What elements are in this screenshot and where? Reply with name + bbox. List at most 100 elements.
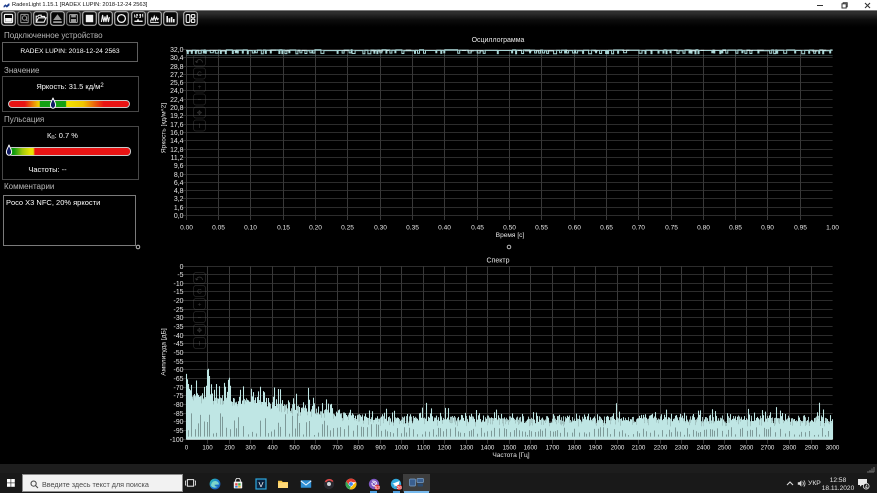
svg-text:900: 900 xyxy=(375,445,386,452)
svg-text:2800: 2800 xyxy=(783,445,797,452)
svg-text:0.90: 0.90 xyxy=(761,225,774,232)
svg-text:0,0: 0,0 xyxy=(174,213,184,220)
svg-text:8,0: 8,0 xyxy=(174,172,184,179)
svg-text:3000: 3000 xyxy=(826,445,840,452)
svg-text:0.40: 0.40 xyxy=(438,225,451,232)
svg-text:2900: 2900 xyxy=(805,445,819,452)
svg-text:600: 600 xyxy=(310,445,321,452)
svg-text:V: V xyxy=(258,480,263,489)
svg-text:-85: -85 xyxy=(174,411,184,418)
svg-text:-35: -35 xyxy=(174,324,184,331)
svg-text:1800: 1800 xyxy=(568,445,582,452)
svg-text:+: + xyxy=(198,301,202,308)
svg-text:C: C xyxy=(197,288,202,295)
svg-text:-60: -60 xyxy=(174,367,184,374)
svg-text:53: 53 xyxy=(374,485,379,490)
svg-text:0.00: 0.00 xyxy=(180,225,193,232)
svg-text:14,4: 14,4 xyxy=(170,138,184,145)
svg-text:0.10: 0.10 xyxy=(244,225,257,232)
svg-text:32,0: 32,0 xyxy=(170,47,184,54)
svg-text:Спектр: Спектр xyxy=(487,258,510,265)
svg-text:-10: -10 xyxy=(174,281,184,288)
svg-text:C: C xyxy=(197,71,202,78)
svg-text:2100: 2100 xyxy=(632,445,646,452)
svg-text:-40: -40 xyxy=(174,333,184,340)
svg-text:6,4: 6,4 xyxy=(174,180,184,187)
svg-text:30,4: 30,4 xyxy=(170,55,184,62)
svg-text:-100: -100 xyxy=(170,437,184,444)
svg-text:12,8: 12,8 xyxy=(170,147,184,154)
svg-text:0.55: 0.55 xyxy=(535,225,548,232)
svg-text:2700: 2700 xyxy=(761,445,775,452)
svg-text:Время [с]: Время [с] xyxy=(496,232,525,239)
svg-text:2600: 2600 xyxy=(740,445,754,452)
svg-text:1400: 1400 xyxy=(481,445,495,452)
svg-text:0.85: 0.85 xyxy=(729,225,742,232)
svg-text:300: 300 xyxy=(245,445,256,452)
svg-text:1,6: 1,6 xyxy=(174,205,184,212)
svg-text:0.25: 0.25 xyxy=(341,225,354,232)
svg-text:27,2: 27,2 xyxy=(170,72,184,79)
svg-text:0.65: 0.65 xyxy=(600,225,613,232)
svg-text:9,6: 9,6 xyxy=(174,163,184,170)
svg-text:500: 500 xyxy=(289,445,300,452)
svg-text:-90: -90 xyxy=(174,419,184,426)
svg-text:0: 0 xyxy=(180,264,184,271)
svg-text:1.00: 1.00 xyxy=(826,225,839,232)
svg-text:I: I xyxy=(199,123,201,130)
svg-text:28,8: 28,8 xyxy=(170,64,184,71)
svg-text:25,6: 25,6 xyxy=(170,80,184,87)
svg-text:-80: -80 xyxy=(174,402,184,409)
svg-text:0.15: 0.15 xyxy=(277,225,290,232)
svg-text:2200: 2200 xyxy=(654,445,668,452)
svg-text:-55: -55 xyxy=(174,359,184,366)
svg-text:-65: -65 xyxy=(174,376,184,383)
svg-text:-20: -20 xyxy=(174,298,184,305)
svg-text:17,6: 17,6 xyxy=(170,122,184,129)
svg-text:400: 400 xyxy=(267,445,278,452)
svg-text:26: 26 xyxy=(397,485,402,490)
svg-text:11,2: 11,2 xyxy=(171,155,184,162)
svg-text:+: + xyxy=(198,84,202,91)
svg-text:✥: ✥ xyxy=(197,109,203,117)
svg-text:1500: 1500 xyxy=(503,445,517,452)
svg-text:0.80: 0.80 xyxy=(697,225,710,232)
svg-text:-70: -70 xyxy=(174,385,184,392)
svg-text:2000: 2000 xyxy=(611,445,625,452)
svg-text:-50: -50 xyxy=(174,350,184,357)
svg-text:19,2: 19,2 xyxy=(170,113,184,120)
svg-text:✥: ✥ xyxy=(197,326,203,334)
svg-text:0.95: 0.95 xyxy=(794,225,807,232)
svg-text:22,4: 22,4 xyxy=(170,97,184,104)
svg-text:−: − xyxy=(198,97,202,104)
svg-text:1700: 1700 xyxy=(546,445,560,452)
svg-text:Яркость [кд/м^2]: Яркость [кд/м^2] xyxy=(161,103,168,153)
svg-text:1000: 1000 xyxy=(395,445,409,452)
svg-text:-75: -75 xyxy=(174,393,184,400)
svg-text:24,0: 24,0 xyxy=(170,88,184,95)
svg-text:200: 200 xyxy=(224,445,235,452)
svg-text:Частота [Гц]: Частота [Гц] xyxy=(492,452,529,459)
svg-text:0.30: 0.30 xyxy=(374,225,387,232)
svg-text:−: − xyxy=(198,314,202,321)
svg-text:0.70: 0.70 xyxy=(632,225,645,232)
svg-text:1600: 1600 xyxy=(524,445,538,452)
svg-text:800: 800 xyxy=(353,445,364,452)
svg-text:700: 700 xyxy=(332,445,343,452)
svg-text:-95: -95 xyxy=(174,428,184,435)
svg-text:2300: 2300 xyxy=(675,445,689,452)
svg-text:-30: -30 xyxy=(174,315,184,322)
svg-text:1200: 1200 xyxy=(438,445,452,452)
svg-text:3,2: 3,2 xyxy=(174,196,184,203)
svg-text:0.45: 0.45 xyxy=(471,225,484,232)
svg-text:2400: 2400 xyxy=(697,445,711,452)
svg-text:Осциллограмма: Осциллограмма xyxy=(472,37,525,44)
svg-text:0.05: 0.05 xyxy=(212,225,225,232)
svg-text:-45: -45 xyxy=(174,341,184,348)
svg-text:-25: -25 xyxy=(174,307,184,314)
svg-text:0: 0 xyxy=(185,445,189,452)
svg-text:Амплитуда [дБ]: Амплитуда [дБ] xyxy=(161,328,168,376)
svg-text:-5: -5 xyxy=(177,272,183,279)
svg-text:1300: 1300 xyxy=(460,445,474,452)
svg-text:0.50: 0.50 xyxy=(503,225,516,232)
